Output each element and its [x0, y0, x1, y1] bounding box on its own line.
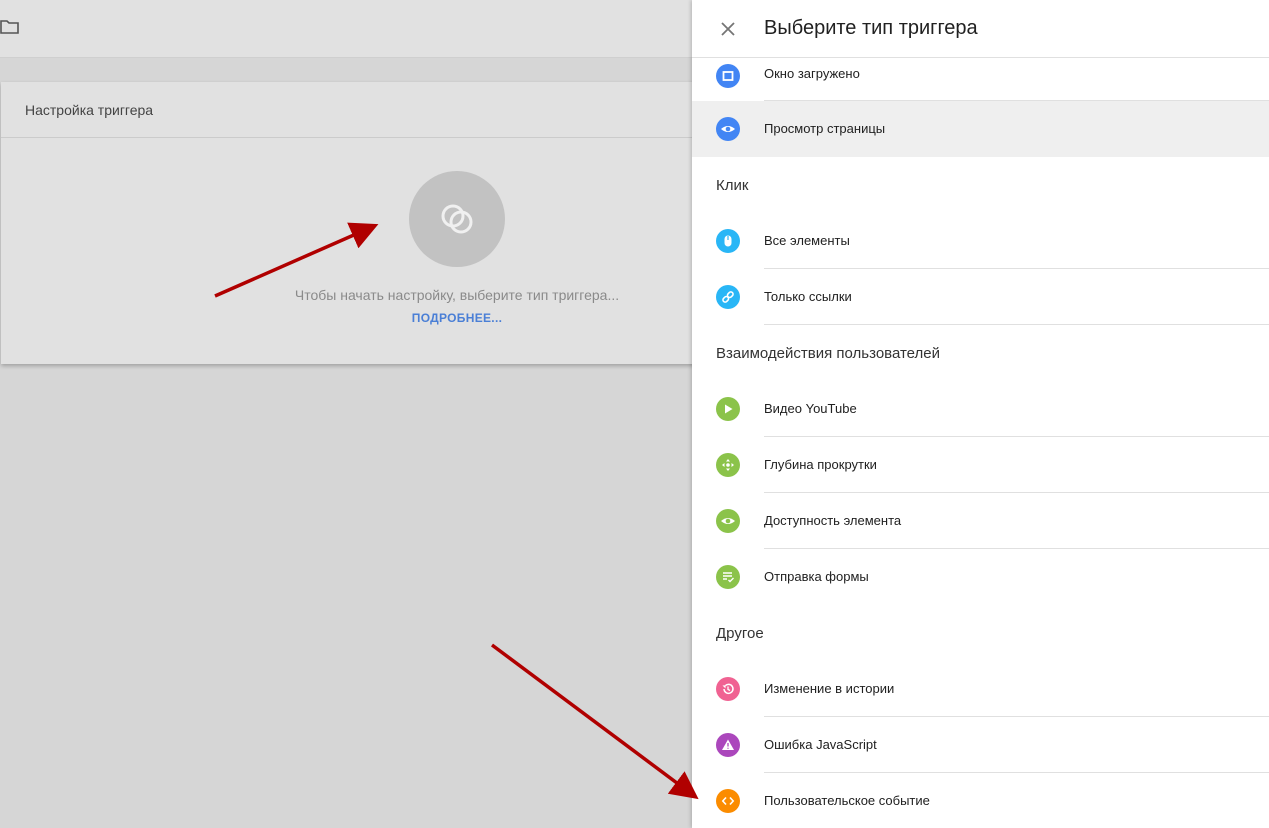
eye-icon: [716, 509, 740, 533]
form-icon: [716, 565, 740, 589]
card-title: Настройка триггера: [1, 82, 701, 138]
section-other: Другое: [716, 624, 764, 642]
list-item-label: Глубина прокрутки: [764, 457, 877, 472]
trigger-type-list: Окно загружено Просмотр страницы Клик Вс…: [692, 58, 1269, 828]
panel-header: Выберите тип триггера: [692, 0, 1269, 58]
trigger-youtube-video[interactable]: Видео YouTube: [692, 381, 1269, 437]
list-item-label: Изменение в истории: [764, 681, 895, 696]
warning-icon: [716, 733, 740, 757]
panel-title: Выберите тип триггера: [764, 17, 978, 39]
divider: [764, 324, 1269, 325]
trigger-links-only[interactable]: Только ссылки: [692, 269, 1269, 325]
mouse-icon: [716, 229, 740, 253]
trigger-window-loaded[interactable]: Окно загружено: [692, 58, 1269, 101]
trigger-type-panel: Выберите тип триггера Окно загружено Про…: [692, 0, 1269, 828]
list-item-label: Доступность элемента: [764, 513, 902, 528]
eye-icon: [716, 117, 740, 141]
list-item-label: Все элементы: [764, 233, 850, 248]
list-item-label: Просмотр страницы: [764, 121, 886, 136]
list-item-label: Видео YouTube: [764, 401, 857, 416]
section-click: Клик: [716, 176, 749, 194]
trigger-custom-event[interactable]: Пользовательское событие: [692, 773, 1269, 828]
list-item-label: Окно загружено: [764, 66, 860, 81]
trigger-all-elements[interactable]: Все элементы: [692, 213, 1269, 269]
trigger-type-placeholder[interactable]: [409, 171, 505, 267]
trigger-scroll-depth[interactable]: Глубина прокрутки: [692, 437, 1269, 493]
link-icon: [716, 285, 740, 309]
history-icon: [716, 677, 740, 701]
list-item-label: Ошибка JavaScript: [764, 737, 877, 752]
window-icon: [716, 64, 740, 88]
list-item-label: Только ссылки: [764, 289, 852, 304]
code-icon: [716, 789, 740, 813]
trigger-history-change[interactable]: Изменение в истории: [692, 661, 1269, 717]
list-item-label: Пользовательское событие: [764, 793, 930, 808]
scroll-icon: [716, 453, 740, 477]
list-item-label: Отправка формы: [764, 569, 869, 584]
play-icon: [716, 397, 740, 421]
folder-icon[interactable]: [0, 18, 20, 36]
trigger-javascript-error[interactable]: Ошибка JavaScript: [692, 717, 1269, 773]
top-bar: [0, 0, 692, 58]
trigger-config-card: Настройка триггера Чтобы начать настройк…: [1, 82, 701, 364]
section-user-engagement: Взаимодействия пользователей: [716, 344, 940, 362]
arrow-to-custom-event: [490, 643, 699, 800]
close-button[interactable]: [716, 17, 740, 41]
close-icon: [721, 21, 735, 36]
trigger-element-visibility[interactable]: Доступность элемента: [692, 493, 1269, 549]
trigger-form-submission[interactable]: Отправка формы: [692, 549, 1269, 605]
trigger-icon: [441, 204, 473, 234]
trigger-page-view[interactable]: Просмотр страницы: [692, 101, 1269, 157]
